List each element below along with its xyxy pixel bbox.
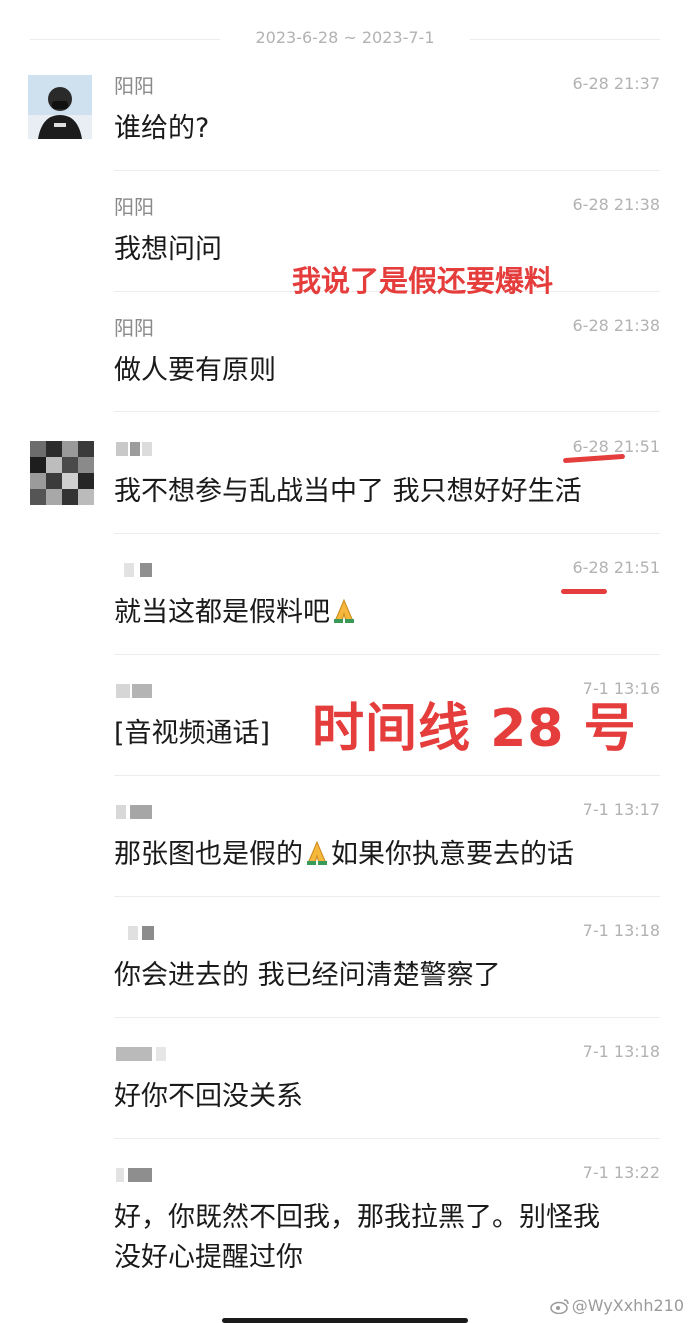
message-text: 谁给的? [114,113,210,144]
date-range-header: 2023-6-28 ~ 2023-7-1 [0,28,690,50]
message-item[interactable]: 6-28 21:51 就当这都是假料吧 [0,557,690,677]
message-text: 做人要有原则 [114,355,276,386]
watermark: @WyXxhh210 [549,1296,684,1318]
pray-emoji-icon [330,597,358,637]
message-item[interactable]: 阳阳 6-28 21:38 做人要有原则 [0,315,690,435]
message-time: 7-1 13:18 [582,921,660,940]
message-item[interactable]: 7-1 13:18 好你不回没关系 [0,1041,690,1161]
message-text: 就当这都是假料吧 [114,593,660,637]
annotation-timeline-note: 时间线 28 号 [312,699,637,759]
message-item[interactable]: 阳阳 6-28 21:37 谁给的? [0,73,690,193]
message-item[interactable]: 7-1 13:22 好，你既然不回我，那我拉黑了。别怪我 没好心提醒过你 [0,1162,690,1292]
divider [470,39,660,40]
message-text-line: 好，你既然不回我，那我拉黑了。别怪我 [114,1202,600,1233]
divider [114,896,660,897]
home-indicator[interactable] [222,1318,468,1323]
message-time: 7-1 13:17 [582,800,660,819]
divider [114,775,660,776]
message-item[interactable]: 7-1 13:18 你会进去的 我已经问清楚警察了 [0,920,690,1040]
pray-emoji-icon [303,839,331,879]
message-time: 7-1 13:18 [582,1042,660,1061]
message-text: 好你不回没关系 [114,1081,303,1112]
message-text-line: 没好心提醒过你 [114,1242,303,1273]
message-time: 6-28 21:38 [572,316,660,335]
divider [114,654,660,655]
date-range-label: 2023-6-28 ~ 2023-7-1 [247,28,443,47]
message-time: 6-28 21:38 [572,195,660,214]
divider [114,1138,660,1139]
divider [114,411,660,412]
weibo-icon [549,1298,570,1318]
divider [30,39,220,40]
annotation-fake-note: 我说了是假还要爆料 [292,264,554,298]
message-text: 那张图也是假的 如果你执意要去的话 [114,835,660,879]
sender-name: 阳阳 [114,74,154,98]
watermark-text: @WyXxhh210 [571,1296,684,1315]
message-time: 6-28 21:51 [572,558,660,577]
divider [114,170,660,171]
divider [114,1017,660,1018]
message-text: 你会进去的 我已经问清楚警察了 [114,960,501,991]
message-time: 7-1 13:22 [582,1163,660,1182]
message-text: 好，你既然不回我，那我拉黑了。别怪我 没好心提醒过你 [114,1198,660,1278]
sender-name: 阳阳 [114,316,154,340]
message-text: 我不想参与乱战当中了 我只想好好生活 [114,476,582,507]
sender-name: 阳阳 [114,195,154,219]
message-time: 6-28 21:37 [572,74,660,93]
annotation-underline [561,589,607,594]
message-item[interactable]: 6-28 21:51 我不想参与乱战当中了 我只想好好生活 [0,436,690,556]
message-item[interactable]: 7-1 13:17 那张图也是假的 如果你执意要去的话 [0,799,690,919]
divider [114,533,660,534]
